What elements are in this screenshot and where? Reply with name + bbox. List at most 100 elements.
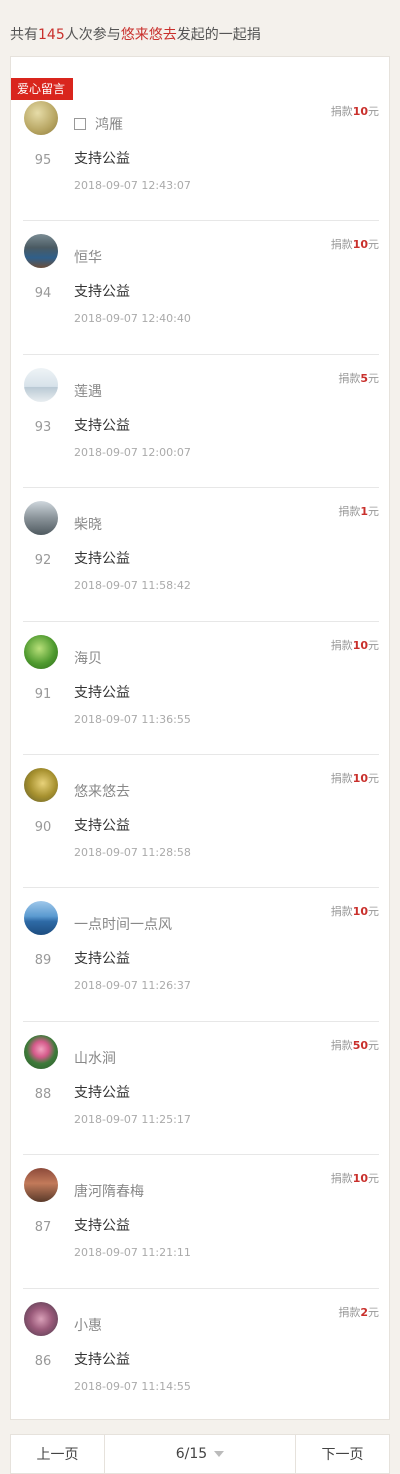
avatar[interactable]	[24, 367, 58, 402]
donation-time: 2018-09-07 12:43:07	[74, 179, 191, 192]
donation-rank: 94	[34, 286, 52, 302]
avatar[interactable]	[24, 501, 58, 536]
prev-page-button[interactable]: 上一页	[11, 1435, 105, 1473]
amount-value: 10	[352, 1172, 368, 1186]
donation-time: 2018-09-07 11:36:55	[74, 712, 191, 726]
amount-prefix: 捐款	[338, 371, 361, 385]
avatar[interactable]	[24, 1034, 58, 1069]
donation-row: 89 一点时间一点风 支持公益 2018-09-07 11:26:37 捐款10元	[11, 887, 389, 1020]
donation-rank: 93	[34, 419, 52, 435]
donation-amount: 捐款10元	[331, 637, 379, 653]
donation-amount: 捐款10元	[331, 236, 379, 252]
amount-suffix: 元	[368, 638, 379, 652]
amount-value: 10	[352, 771, 368, 785]
donation-time: 2018-09-07 11:58:42	[74, 579, 191, 593]
donation-rank: 86	[34, 1353, 52, 1369]
donation-time: 2018-09-07 12:00:07	[74, 445, 191, 459]
donation-message: 支持公益	[74, 1351, 130, 1368]
donation-amount: 捐款50元	[331, 1037, 379, 1053]
page-indicator: 6/15	[175, 1446, 208, 1462]
donor-name-text: 一点时间一点风	[74, 917, 172, 934]
donation-rank: 88	[34, 1086, 52, 1102]
amount-value: 1	[360, 505, 368, 519]
donor-name[interactable]: 悠来悠去	[74, 781, 130, 801]
amount-suffix: 元	[368, 1305, 379, 1319]
donor-name[interactable]: 莲遇	[74, 381, 102, 401]
donation-amount: 捐款1元	[338, 503, 379, 519]
amount-suffix: 元	[368, 1172, 379, 1186]
amount-value: 10	[352, 905, 368, 919]
donation-message: 支持公益	[74, 817, 130, 834]
caret-down-icon	[214, 1451, 225, 1457]
donor-name-text: 小惠	[74, 1317, 102, 1334]
donor-name-text: 唐河隋春梅	[74, 1184, 144, 1201]
donation-amount: 捐款2元	[338, 1304, 379, 1320]
avatar[interactable]	[24, 234, 58, 269]
donation-time: 2018-09-07 11:26:37	[74, 979, 191, 993]
donor-name-text: 海贝	[74, 650, 102, 667]
amount-value: 2	[360, 1305, 368, 1319]
amount-suffix: 元	[368, 1038, 379, 1052]
amount-prefix: 捐款	[330, 905, 353, 919]
donor-name-text: 莲遇	[74, 383, 102, 400]
donor-name[interactable]: 山水涧	[74, 1048, 116, 1068]
donation-message: 支持公益	[74, 284, 130, 301]
pagination: 上一页 6/15 下一页	[10, 1434, 390, 1474]
donor-name[interactable]: 柴晓	[74, 514, 102, 534]
donation-amount: 捐款10元	[331, 770, 379, 786]
donation-message: 支持公益	[74, 1218, 130, 1235]
donation-row: 87 唐河隋春梅支持公益 2018-09-07 11:21:11 捐款10元	[11, 1154, 389, 1287]
donation-list: 95 鸿雁 支持公益 2018-09-07 12:43:07 捐款10元 94 恒华 支持公益…	[11, 87, 389, 1419]
donation-message: 支持公益	[74, 551, 130, 568]
donor-name[interactable]: 鸿雁	[74, 114, 123, 134]
donation-list-card: 爱心留言 95 鸿雁 支持公益 2018-09-07 12:43:07 捐款10元 94 恒…	[10, 56, 390, 1420]
donor-name[interactable]: 恒华	[74, 247, 102, 267]
avatar[interactable]	[24, 767, 58, 802]
donation-rank: 89	[34, 953, 52, 969]
donation-time: 2018-09-07 12:40:40	[74, 312, 191, 326]
donation-row: 90 悠来悠去 支持公益 2018-09-07 11:28:58 捐款10元	[11, 753, 389, 887]
donation-message: 支持公益	[74, 1084, 130, 1101]
avatar[interactable]	[24, 634, 58, 669]
donation-amount: 捐款10元	[331, 903, 379, 919]
donation-time: 2018-09-07 11:21:11	[74, 1246, 191, 1260]
donation-amount: 捐款10元	[331, 1170, 379, 1186]
donation-rank: 95	[34, 153, 52, 168]
donation-amount: 捐款5元	[338, 370, 379, 386]
avatar[interactable]	[24, 901, 58, 936]
donor-name[interactable]: 一点时间一点风	[74, 914, 172, 934]
next-page-button[interactable]: 下一页	[295, 1435, 389, 1473]
summary-prefix: 共有	[10, 27, 38, 43]
donor-name[interactable]: 海贝	[74, 648, 102, 668]
donation-rank: 92	[34, 553, 52, 569]
avatar[interactable]	[24, 1301, 58, 1336]
donor-name[interactable]: 唐河隋春梅	[74, 1181, 144, 1201]
amount-value: 10	[352, 638, 368, 652]
page-selector[interactable]: 6/15	[105, 1435, 295, 1473]
amount-suffix: 元	[368, 905, 379, 919]
donation-row: 93 莲遇 支持公益 2018-09-07 12:00:07 捐款5元	[11, 353, 389, 487]
donor-name-text: 柴晓	[74, 517, 102, 534]
avatar[interactable]	[24, 101, 58, 135]
donation-rank: 87	[34, 1220, 52, 1236]
participant-count: 145	[38, 27, 65, 43]
donation-message: 支持公益	[74, 951, 130, 968]
amount-suffix: 元	[368, 505, 379, 519]
summary-suffix: 发起的一起捐	[176, 27, 261, 43]
participation-summary: 共有145人次参与悠来悠去发起的一起捐	[10, 24, 390, 44]
donation-time: 2018-09-07 11:14:55	[74, 1379, 191, 1393]
amount-prefix: 捐款	[330, 1038, 353, 1052]
initiator-name[interactable]: 悠来悠去	[121, 27, 177, 43]
checkbox-icon[interactable]	[74, 118, 86, 130]
donor-name-text: 恒华	[74, 250, 102, 267]
avatar[interactable]	[24, 1168, 58, 1203]
donor-name-text: 山水涧	[74, 1050, 116, 1067]
amount-suffix: 元	[368, 238, 379, 252]
donor-name[interactable]: 小惠	[74, 1315, 102, 1335]
amount-prefix: 捐款	[330, 771, 353, 785]
amount-value: 5	[360, 371, 368, 385]
donation-row: 86 小惠支持公益 2018-09-07 11:14:55 捐款2元	[11, 1287, 389, 1419]
amount-suffix: 元	[368, 371, 379, 385]
donation-rank: 90	[34, 819, 52, 835]
amount-suffix: 元	[368, 771, 379, 785]
